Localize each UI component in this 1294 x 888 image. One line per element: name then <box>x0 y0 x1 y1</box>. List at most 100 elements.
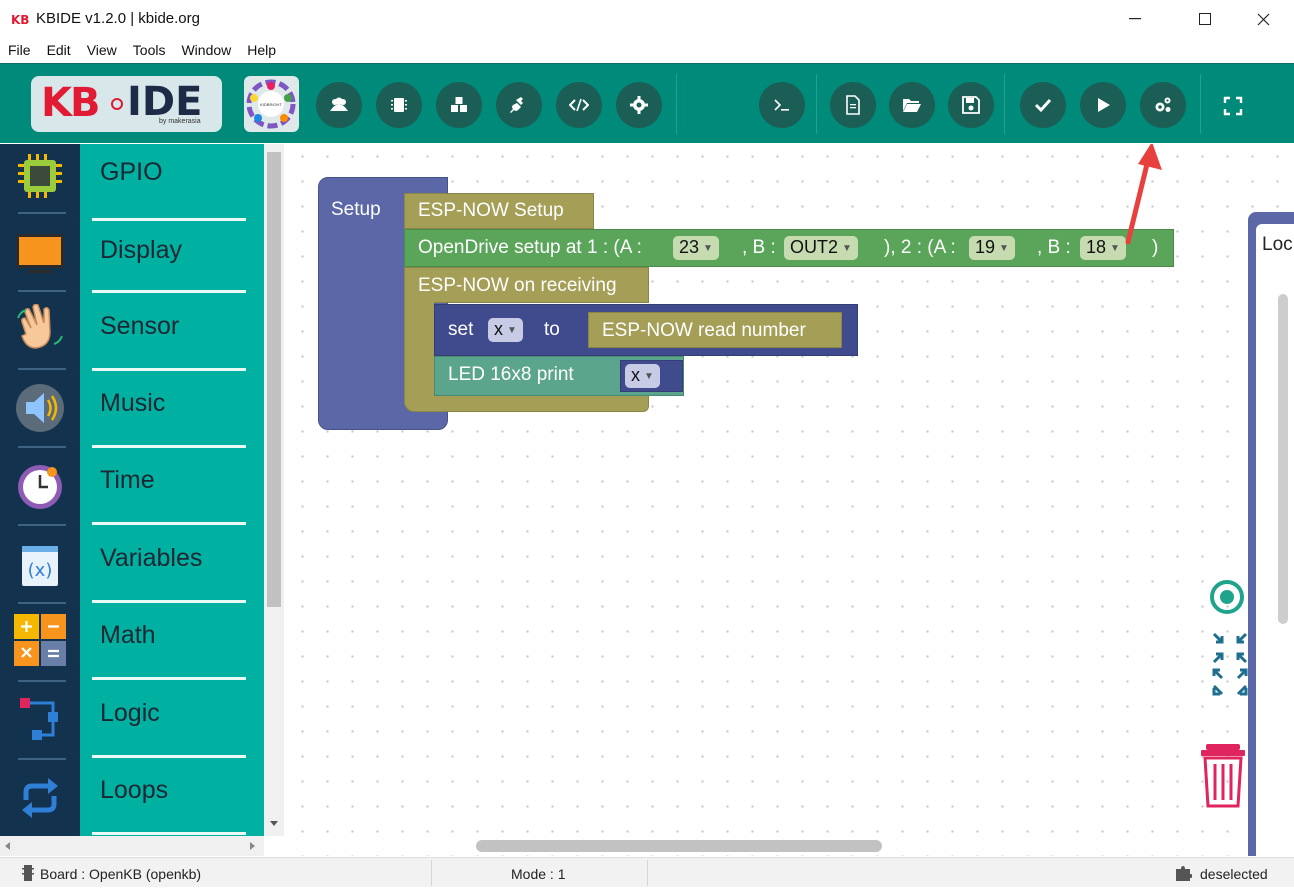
a2-value: 19 <box>975 237 996 257</box>
a2-dropdown[interactable]: 19 ▼ <box>969 236 1015 260</box>
opendrive-sep1: , B : <box>742 237 776 258</box>
status-divider <box>647 860 648 886</box>
close-button[interactable] <box>1240 0 1286 38</box>
mode-status: Mode : 1 <box>511 866 566 882</box>
zoom-controls-icon[interactable] <box>1212 632 1248 710</box>
category-icon-column: (x) <box>0 144 80 836</box>
a1-dropdown[interactable]: 23 ▼ <box>673 236 719 260</box>
code-button[interactable] <box>556 82 602 128</box>
users-icon <box>330 97 348 111</box>
status-bar: Board : OpenKB (openkb) Mode : 1 deselec… <box>0 857 1294 887</box>
clock-icon[interactable] <box>14 460 66 512</box>
run-button[interactable] <box>1080 82 1126 128</box>
logic-icon[interactable] <box>14 694 66 746</box>
menu-edit[interactable]: Edit <box>39 38 79 62</box>
category-label: Sensor <box>100 312 180 340</box>
maximize-button[interactable] <box>1182 0 1228 38</box>
category-sensor[interactable]: Sensor <box>92 294 246 371</box>
menu-view[interactable]: View <box>79 38 125 62</box>
espnow-receive-bottom <box>404 396 649 412</box>
category-label: Loops <box>100 776 169 804</box>
category-time[interactable]: Time <box>92 448 246 525</box>
speaker-icon[interactable] <box>14 382 66 434</box>
scroll-right-icon[interactable] <box>250 842 256 850</box>
category-music[interactable]: Music <box>92 371 246 448</box>
scrollbar-thumb[interactable] <box>267 152 281 607</box>
toolbar-separator <box>816 74 817 134</box>
fullscreen-button[interactable] <box>1222 95 1244 117</box>
svg-text:KB: KB <box>11 13 29 26</box>
category-hscrollbar[interactable] <box>0 836 264 856</box>
menu-help[interactable]: Help <box>239 38 284 62</box>
category-math[interactable]: Math <box>92 603 246 680</box>
save-button[interactable] <box>948 82 994 128</box>
board-button[interactable] <box>376 82 422 128</box>
scroll-down-icon[interactable] <box>270 821 278 827</box>
terminal-icon <box>774 99 789 111</box>
category-display[interactable]: Display <box>92 216 246 293</box>
category-logic[interactable]: Logic <box>92 681 246 758</box>
menu-bar: File Edit View Tools Window Help <box>0 38 1294 62</box>
b1-dropdown[interactable]: OUT2 ▼ <box>784 236 858 260</box>
set-var-dropdown[interactable]: x ▼ <box>488 318 523 342</box>
loop-icon[interactable] <box>14 772 66 824</box>
icon-divider <box>18 290 66 292</box>
logo-kb: KB <box>41 80 101 126</box>
annotation-arrow <box>1125 144 1162 245</box>
category-panel: (x) GPIO Display Sensor Music Time Varia… <box>0 144 264 836</box>
open-folder-button[interactable] <box>889 82 935 128</box>
category-label: Time <box>100 466 155 494</box>
category-variables[interactable]: Variables <box>92 526 246 603</box>
terminal-button[interactable] <box>759 82 805 128</box>
cogs-button[interactable] <box>1140 82 1186 128</box>
community-icon: KIDBRIGHT <box>246 79 296 129</box>
center-target-icon[interactable] <box>1210 580 1244 614</box>
app-icon: KB <box>10 12 30 26</box>
category-label: Logic <box>100 699 160 727</box>
side-panel-label: Loc <box>1262 234 1293 255</box>
community-logo[interactable]: KIDBRIGHT <box>244 76 299 132</box>
trash-icon[interactable] <box>1198 742 1248 808</box>
toolbar: KB IDE by makerasia KIDBRIGHT <box>0 63 1294 143</box>
toolbar-separator <box>676 74 677 134</box>
board-icon <box>391 98 407 112</box>
chip-icon[interactable] <box>14 150 66 202</box>
category-loops[interactable]: Loops <box>92 758 246 835</box>
print-var-value: x <box>631 365 640 385</box>
setup-label: Setup <box>331 199 381 220</box>
minimize-icon <box>1129 18 1141 20</box>
icon-divider <box>18 446 66 448</box>
minimize-button[interactable] <box>1112 0 1158 38</box>
selection-status: deselected <box>1200 866 1268 882</box>
category-label: GPIO <box>100 158 163 186</box>
status-divider <box>431 860 432 886</box>
side-panel-scrollbar[interactable] <box>1278 294 1288 624</box>
espnow-setup-label: ESP-NOW Setup <box>418 200 564 221</box>
settings-button[interactable] <box>616 82 662 128</box>
board-status: Board : OpenKB (openkb) <box>40 866 202 882</box>
category-scrollbar[interactable] <box>264 144 284 836</box>
cogs-icon <box>1155 97 1171 112</box>
icon-divider <box>18 680 66 682</box>
blockly-workspace[interactable]: Setup ESP-NOW Setup OpenDrive setup at 1… <box>284 144 1294 856</box>
espnow-receive-label: ESP-NOW on receiving <box>418 275 617 296</box>
icon-divider <box>18 368 66 370</box>
plug-button[interactable] <box>496 82 542 128</box>
math-icon[interactable] <box>14 614 66 666</box>
opendrive-mid: ), 2 : (A : <box>884 237 956 258</box>
users-button[interactable] <box>316 82 362 128</box>
scroll-left-icon[interactable] <box>5 842 11 850</box>
display-icon[interactable] <box>14 228 66 280</box>
verify-button[interactable] <box>1020 82 1066 128</box>
new-file-button[interactable] <box>830 82 876 128</box>
menu-window[interactable]: Window <box>173 38 239 62</box>
hand-icon[interactable] <box>14 304 66 356</box>
plugins-button[interactable] <box>436 82 482 128</box>
menu-tools[interactable]: Tools <box>125 38 174 62</box>
variable-icon[interactable]: (x) <box>14 540 66 592</box>
category-gpio[interactable]: GPIO <box>92 144 246 221</box>
workspace-hscrollbar[interactable] <box>476 840 882 852</box>
side-panel-content[interactable]: Loc <box>1256 224 1294 856</box>
print-var-dropdown[interactable]: x ▼ <box>625 364 660 388</box>
menu-file[interactable]: File <box>0 38 39 62</box>
